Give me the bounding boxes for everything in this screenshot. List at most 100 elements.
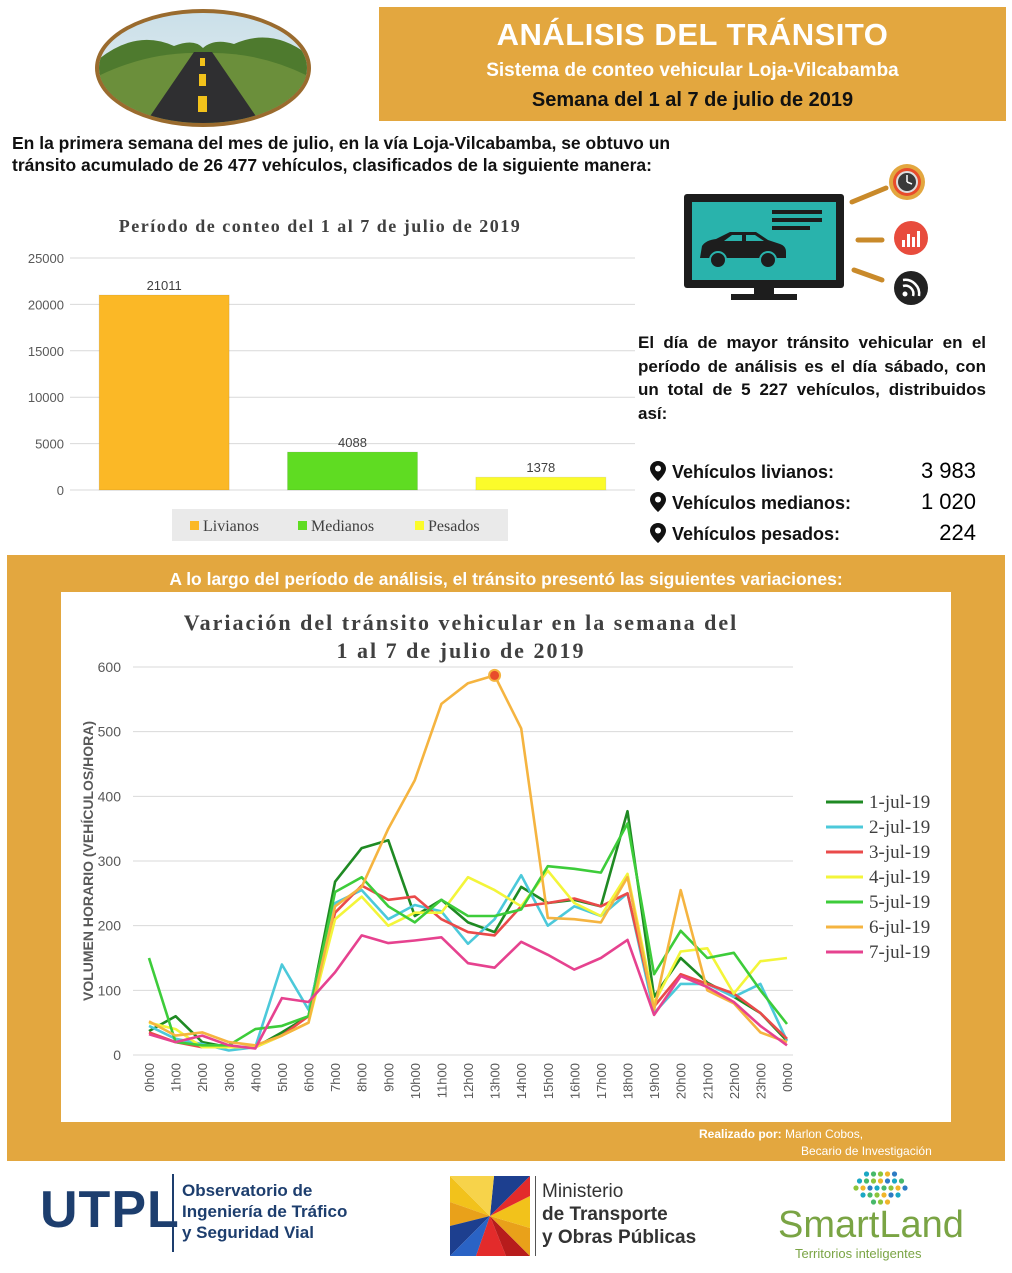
logo-dot [881,1192,887,1198]
x-tick-label: 2h00 [195,1063,210,1092]
observatorio-line: y Seguridad Vial [182,1223,314,1242]
line-chart-title: Variación del tránsito vehicular en la s… [184,610,739,635]
logo-dot [884,1171,891,1177]
logo-dot [860,1192,866,1198]
logo-dot [895,1192,901,1198]
x-tick-label: 6h00 [302,1063,317,1092]
stat-livianos: Vehículos livianos: 3 983 [650,458,990,486]
x-tick-label: 15h00 [541,1063,556,1099]
stat-pesados: Vehículos pesados: 224 [650,520,990,548]
x-tick-label: 0h00 [142,1063,157,1092]
logo-dot [874,1185,880,1191]
legend-swatch [298,521,307,530]
legend-label: 7-jul-19 [869,942,930,963]
y-tick-label: 400 [98,788,122,804]
series-line-7-jul-19 [148,934,788,1050]
credits-prefix: Realizado por: [699,1127,782,1141]
x-tick-label: 0h00 [780,1063,795,1092]
bar-data-label: 1378 [526,460,555,475]
logo-dot [891,1178,898,1184]
y-axis-label: VOLUMEN HORARIO (VEHÍCULOS/HORA) [80,721,96,1001]
logo-dot [888,1185,894,1191]
y-tick-label: 600 [98,659,122,675]
clock-icon [889,164,925,200]
credits-line: Realizado por: Marlon Cobos, [699,1127,863,1141]
y-tick-label: 10000 [28,390,64,405]
x-tick-label: 1h00 [169,1063,184,1092]
logo-dot [870,1178,877,1184]
bar-livianos [98,294,230,491]
stat-value: 1 020 [920,489,976,514]
x-tick-label: 14h00 [514,1063,529,1099]
series-line-6-jul-19 [148,674,788,1047]
legend-label: 3-jul-19 [869,842,930,863]
monitor-car-illustration [684,164,928,305]
legend-label: 1-jul-19 [869,792,930,813]
stat-label: Vehículos livianos: [672,462,835,482]
observatorio-name: Observatorio de Ingeniería de Tráfico y … [182,1180,347,1243]
header-banner: ANÁLISIS DEL TRÁNSITO Sistema de conteo … [379,7,1006,121]
x-tick-label: 11h00 [434,1063,449,1098]
divider [535,1176,536,1256]
page-subtitle: Sistema de conteo vehicular Loja-Vilcaba… [486,60,899,81]
y-tick-label: 20000 [28,297,64,312]
x-tick-label: 8h00 [355,1063,370,1092]
logo-dot [853,1185,859,1191]
y-tick-label: 200 [98,918,122,934]
logo-dot [881,1185,887,1191]
x-tick-label: 13h00 [488,1063,503,1099]
bar-medianos [287,451,418,491]
logo-dot [863,1171,870,1177]
y-tick-label: 0 [57,483,64,498]
smartland-logo: SmartLand [778,1204,964,1246]
bar-chart-title: Período de conteo del 1 al 7 de julio de… [119,216,521,236]
x-tick-label: 4h00 [248,1063,263,1092]
x-tick-label: 12h00 [461,1063,476,1099]
legend-label: 2-jul-19 [869,817,930,838]
logo-dot [867,1192,873,1198]
logo-dot [860,1185,866,1191]
legend-label: 4-jul-19 [869,867,930,888]
utpl-logo: UTPL [40,1181,180,1239]
x-tick-label: 21h00 [700,1063,715,1099]
logo-dot [902,1185,908,1191]
legend-label: Livianos [203,518,259,535]
x-tick-label: 3h00 [222,1063,237,1092]
peak-day-text: El día de mayor tránsito vehicular en el… [638,333,986,423]
logo-dot [884,1178,891,1184]
ministerio-line: y Obras Públicas [542,1227,697,1248]
signal-icon [894,271,928,305]
logo-dot [863,1178,870,1184]
legend-swatch [190,521,199,530]
legend-label: 5-jul-19 [869,892,930,913]
logo-dot [867,1185,873,1191]
stat-label: Vehículos medianos: [672,493,852,513]
intro-text: En la primera semana del mes de julio, e… [12,133,671,175]
bar-chart-icon [894,221,928,255]
logo-dot [888,1192,894,1198]
location-pin-icon [650,492,666,512]
legend-label: 6-jul-19 [869,917,930,938]
logo-dot [895,1185,901,1191]
x-tick-label: 19h00 [647,1063,662,1099]
x-tick-label: 7h00 [328,1063,343,1092]
x-tick-label: 22h00 [727,1063,742,1099]
x-tick-label: 17h00 [594,1063,609,1099]
x-tick-label: 16h00 [567,1063,582,1099]
legend-swatch [415,521,424,530]
y-tick-label: 25000 [28,251,64,266]
bar-pesados [475,476,607,491]
bar-chart: Período de conteo del 1 al 7 de julio de… [28,216,635,541]
observatorio-line: Ingeniería de Tráfico [182,1202,348,1221]
stat-medianos: Vehículos medianos: 1 020 [650,489,990,517]
page-title: ANÁLISIS DEL TRÁNSITO [496,17,889,52]
divider [172,1174,174,1252]
series-line-4-jul-19 [148,869,788,1049]
logo-dot [891,1171,898,1177]
x-tick-label: 10h00 [408,1063,423,1099]
y-tick-label: 300 [98,853,122,869]
y-tick-label: 5000 [35,437,64,452]
line-chart: Variación del tránsito vehicular en la s… [61,592,951,1122]
ministerio-name: Ministerio de Transporte y Obras Pública… [542,1180,696,1249]
legend-label: Pesados [428,518,480,535]
